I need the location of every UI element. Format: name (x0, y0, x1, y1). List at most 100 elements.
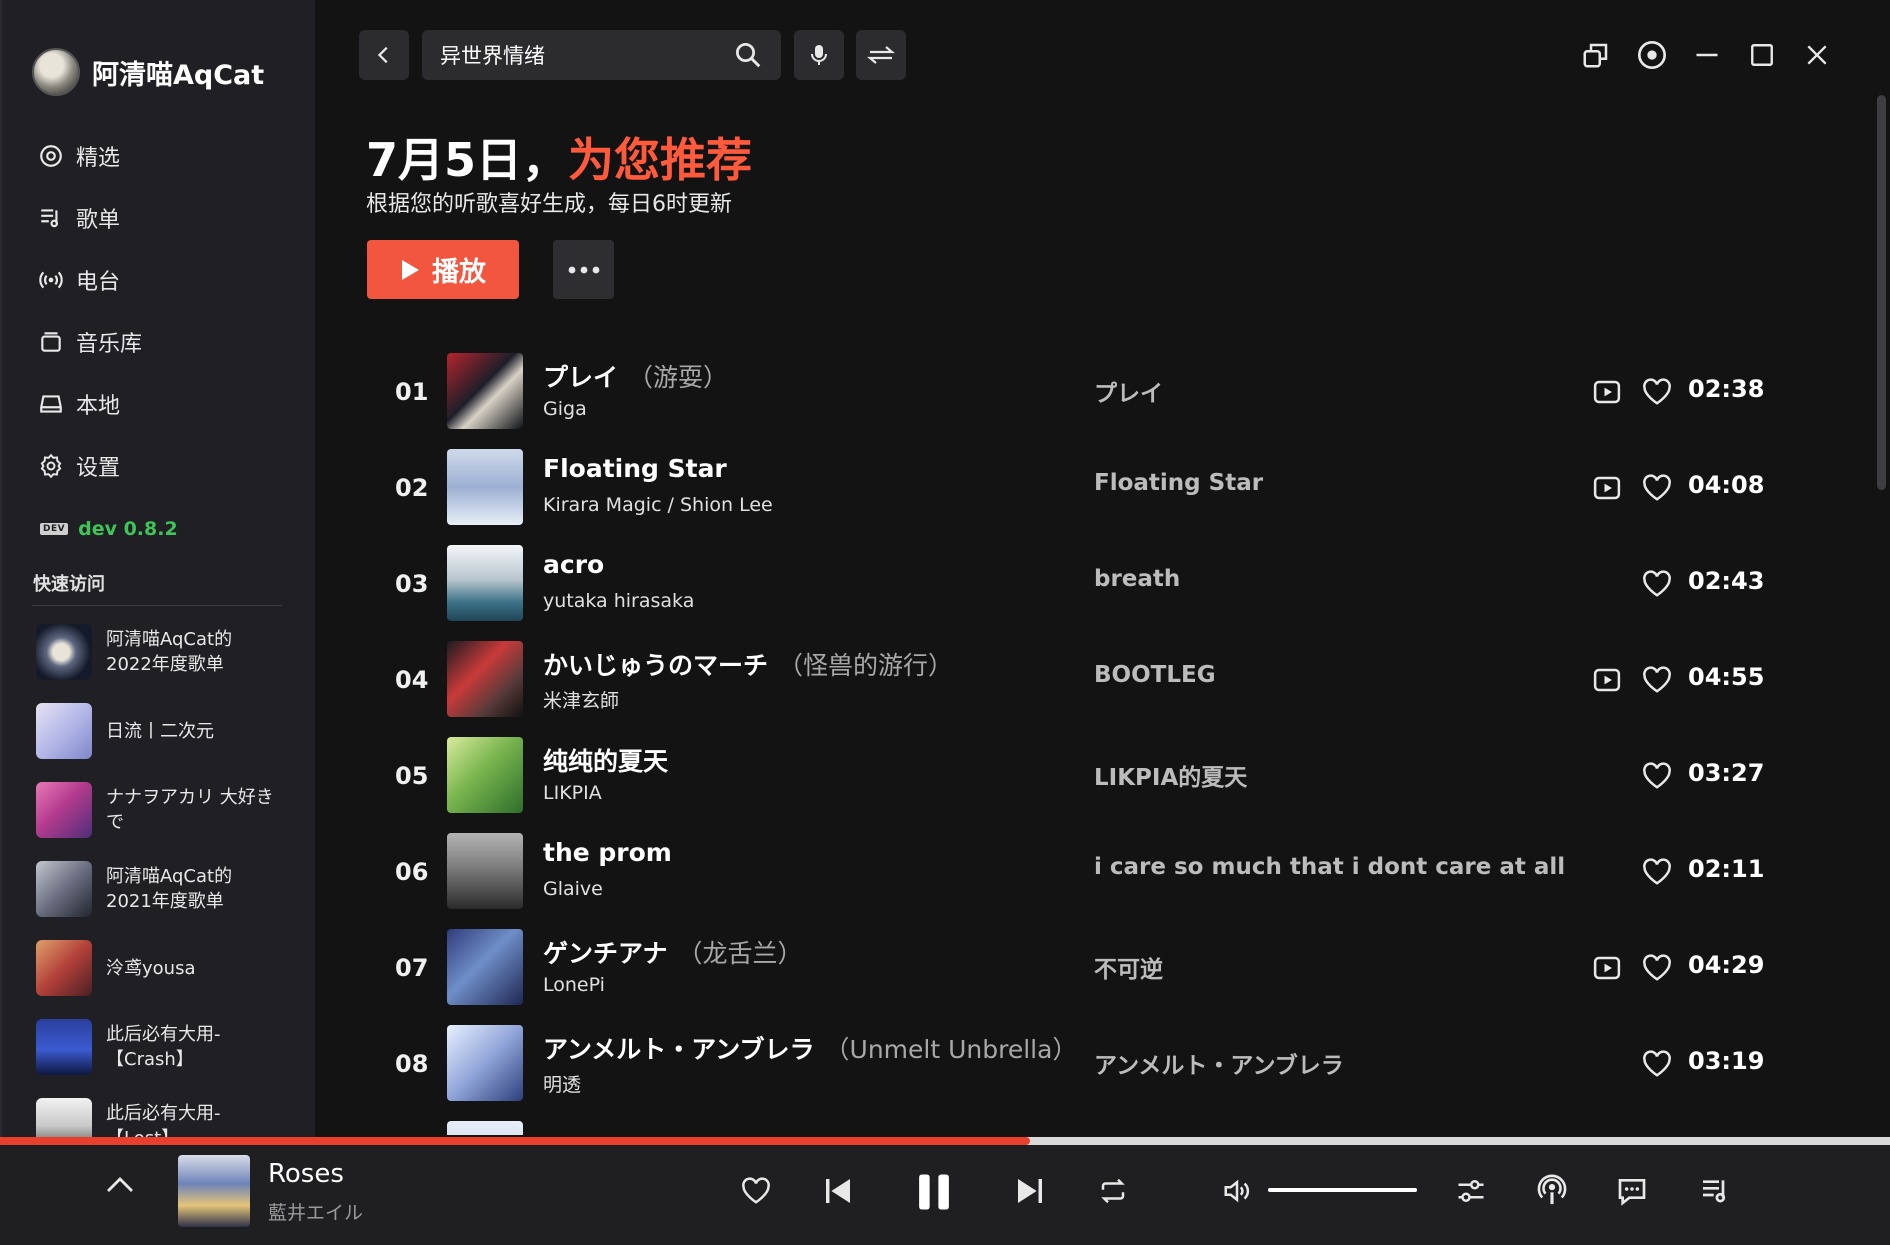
nav-item-radio[interactable]: 电台 (38, 264, 120, 296)
back-button[interactable] (359, 30, 409, 80)
quick-access-item[interactable]: ナナヲアカリ 大好きで (36, 781, 296, 839)
nav-item-playlists[interactable]: 歌单 (38, 202, 120, 234)
now-playing-artist[interactable]: 藍井エイル (268, 1198, 363, 1225)
song-album[interactable]: 不可逆 (1094, 950, 1163, 984)
song-cover[interactable] (447, 353, 523, 429)
like-button[interactable] (1642, 1049, 1672, 1083)
progress-bar[interactable] (0, 1137, 1890, 1145)
song-title[interactable]: Floating Star (543, 454, 727, 483)
song-row[interactable]: 08 アンメルト・アンブレラ （Unmelt Unbrella） 明透 アンメルト… (380, 1022, 1770, 1110)
like-button[interactable] (741, 1177, 771, 1209)
like-button[interactable] (1642, 569, 1672, 603)
song-album[interactable]: i care so much that i dont care at all (1094, 854, 1565, 880)
pause-button[interactable] (913, 1171, 955, 1217)
song-cover[interactable] (447, 737, 523, 813)
podcast-button[interactable] (1536, 1174, 1568, 1212)
mv-button[interactable] (1592, 953, 1622, 987)
song-row[interactable]: 01 プレイ （游耍） Giga プレイ 02:38 (380, 350, 1770, 438)
search-box[interactable] (422, 30, 781, 80)
close-button[interactable] (1793, 30, 1841, 80)
like-button[interactable] (1642, 953, 1672, 987)
quick-access-item[interactable]: 日流丨二次元 (36, 702, 296, 760)
like-button[interactable] (1642, 665, 1672, 699)
song-cover[interactable] (447, 641, 523, 717)
previous-button[interactable] (822, 1175, 854, 1211)
song-title[interactable]: ゲンチアナ (543, 939, 668, 968)
song-cover[interactable] (447, 929, 523, 1005)
play-all-button[interactable]: 播放 (367, 240, 519, 299)
song-row[interactable]: 07 ゲンチアナ （龙舌兰） LonePi 不可逆 04:29 (380, 926, 1770, 1014)
repeat-button[interactable] (1098, 1176, 1128, 1210)
like-button[interactable] (1642, 377, 1672, 411)
scrollbar[interactable] (1877, 95, 1886, 490)
song-album[interactable]: Floating Star (1094, 470, 1263, 496)
equalizer-button[interactable] (1455, 1176, 1487, 1210)
mini-mode-button[interactable] (1572, 30, 1620, 80)
maximize-button[interactable] (1738, 30, 1786, 80)
song-artist[interactable]: 米津玄師 (543, 686, 619, 713)
volume-slider[interactable] (1268, 1188, 1417, 1192)
song-album[interactable]: アンメルト・アンブレラ (1094, 1046, 1344, 1080)
next-button[interactable] (1014, 1175, 1046, 1211)
mv-button[interactable] (1592, 665, 1622, 699)
song-title[interactable]: the prom (543, 838, 672, 867)
nav-item-settings[interactable]: 设置 (38, 450, 120, 482)
song-title[interactable]: かいじゅうのマーチ (543, 651, 768, 680)
quick-access-item[interactable]: 阿清喵AqCat的2021年度歌单 (36, 860, 296, 918)
switch-button[interactable] (856, 30, 906, 80)
song-title[interactable]: プレイ (543, 363, 618, 392)
quick-access-item[interactable]: 此后必有大用-【Lost】 (36, 1097, 296, 1137)
song-cover[interactable] (447, 1121, 523, 1135)
volume-button[interactable] (1222, 1176, 1252, 1210)
song-cover[interactable] (447, 449, 523, 525)
mv-button[interactable] (1592, 377, 1622, 411)
song-row[interactable]: 05 纯纯的夏天 LIKPIA LIKPIA的夏天 03:27 (380, 734, 1770, 822)
mv-button[interactable] (1592, 473, 1622, 507)
comments-button[interactable] (1616, 1175, 1648, 1211)
song-album[interactable]: breath (1094, 566, 1180, 592)
song-index: 06 (395, 858, 429, 886)
song-row[interactable]: 02 Floating Star Kirara Magic / Shion Le… (380, 446, 1770, 534)
like-button[interactable] (1642, 761, 1672, 795)
song-cover[interactable] (447, 545, 523, 621)
record-button[interactable] (1628, 30, 1676, 80)
quick-access-item[interactable]: 泠鸢yousa (36, 939, 296, 997)
song-album[interactable]: BOOTLEG (1094, 662, 1216, 688)
song-artist[interactable]: Kirara Magic / Shion Lee (543, 494, 773, 516)
quick-access-item[interactable]: 阿清喵AqCat的2022年度歌单 (36, 623, 296, 681)
song-artist[interactable]: Giga (543, 398, 587, 420)
nav-item-library[interactable]: 音乐库 (38, 326, 142, 358)
like-button[interactable] (1642, 473, 1672, 507)
playlist-icon (41, 209, 59, 228)
quick-access-item[interactable]: 此后必有大用-【Crash】 (36, 1018, 296, 1076)
song-cover[interactable] (447, 1025, 523, 1101)
nav-item-featured[interactable]: 精选 (38, 140, 120, 172)
song-album[interactable]: LIKPIA的夏天 (1094, 758, 1247, 792)
like-button[interactable] (1642, 857, 1672, 891)
song-artist[interactable]: LIKPIA (543, 782, 602, 804)
song-row[interactable]: 03 acro yutaka hirasaka breath 02:43 (380, 542, 1770, 630)
song-row[interactable] (380, 1118, 1770, 1135)
song-row[interactable]: 06 the prom Glaive i care so much that i… (380, 830, 1770, 918)
song-artist[interactable]: yutaka hirasaka (543, 590, 694, 612)
song-row[interactable]: 04 かいじゅうのマーチ （怪兽的游行） 米津玄師 BOOTLEG 04:55 (380, 638, 1770, 726)
song-artist[interactable]: 明透 (543, 1070, 581, 1097)
voice-search-button[interactable] (794, 30, 844, 80)
now-playing-cover[interactable] (178, 1155, 250, 1227)
queue-button[interactable] (1699, 1175, 1731, 1211)
search-input[interactable] (438, 42, 722, 68)
minimize-button[interactable] (1683, 30, 1731, 80)
nav-item-local[interactable]: 本地 (38, 388, 120, 420)
now-playing-title[interactable]: Roses (268, 1159, 344, 1189)
app-logo[interactable]: 阿清喵AqCat (32, 48, 264, 96)
song-cover[interactable] (447, 833, 523, 909)
song-album[interactable]: プレイ (1094, 374, 1163, 408)
song-title[interactable]: 纯纯的夏天 (543, 747, 668, 776)
expand-player-button[interactable] (104, 1173, 136, 1201)
song-title[interactable]: アンメルト・アンブレラ (543, 1035, 815, 1064)
search-icon[interactable] (733, 40, 763, 70)
song-title[interactable]: acro (543, 550, 604, 579)
more-button[interactable] (553, 240, 614, 299)
song-artist[interactable]: Glaive (543, 878, 603, 900)
song-artist[interactable]: LonePi (543, 974, 605, 996)
